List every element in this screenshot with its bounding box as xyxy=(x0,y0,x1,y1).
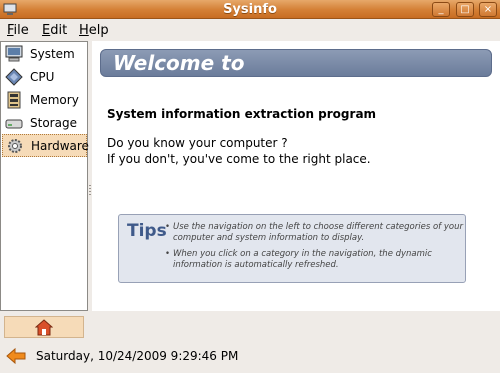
close-button[interactable]: × xyxy=(479,2,497,17)
maximize-button[interactable]: □ xyxy=(456,2,474,17)
minimize-button[interactable]: _ xyxy=(432,2,450,17)
menu-bar: File Edit Help xyxy=(0,19,500,41)
sidebar-item-cpu[interactable]: CPU xyxy=(2,66,87,89)
home-button[interactable] xyxy=(4,316,84,338)
sidebar-item-label: Memory xyxy=(30,93,79,107)
storage-icon xyxy=(5,119,23,129)
tip-item: When you click on a category in the navi… xyxy=(165,249,463,271)
menu-help[interactable]: Help xyxy=(79,23,109,38)
gear-icon xyxy=(8,139,22,153)
sidebar: System CPU Memory Storage Hardware xyxy=(0,41,89,311)
sidebar-item-system[interactable]: System xyxy=(2,43,87,66)
menu-file[interactable]: File xyxy=(7,23,29,38)
sidebar-item-label: System xyxy=(30,47,75,61)
banner-text: Welcome to xyxy=(113,51,245,75)
memory-icon xyxy=(7,91,21,109)
sidebar-item-hardware[interactable]: Hardware xyxy=(2,134,89,157)
sidebar-item-label: CPU xyxy=(30,70,55,84)
tip-item: Use the navigation on the left to choose… xyxy=(165,222,463,244)
sidebar-item-label: Storage xyxy=(30,116,77,130)
intro-question: Do you know your computer ? xyxy=(107,136,288,150)
computer-icon xyxy=(5,45,23,62)
status-bar: Saturday, 10/24/2009 9:29:46 PM xyxy=(0,343,500,373)
window-title: Sysinfo xyxy=(223,2,277,17)
status-datetime: Saturday, 10/24/2009 9:29:46 PM xyxy=(36,349,239,363)
sidebar-item-storage[interactable]: Storage xyxy=(2,112,87,135)
menu-edit[interactable]: Edit xyxy=(42,23,67,38)
sidebar-item-label: Hardware xyxy=(31,139,89,153)
title-bar[interactable]: Sysinfo _ □ × xyxy=(0,0,500,19)
sidebar-item-memory[interactable]: Memory xyxy=(2,89,87,112)
page-heading: System information extraction program xyxy=(107,107,377,121)
home-icon xyxy=(35,319,53,336)
tips-box: Tips Use the navigation on the left to c… xyxy=(118,214,466,283)
back-arrow-icon[interactable] xyxy=(6,347,26,365)
welcome-banner: Welcome to xyxy=(100,49,492,77)
cpu-icon xyxy=(5,68,23,86)
main-panel: Welcome to System information extraction… xyxy=(92,41,500,311)
intro-answer: If you don't, you've come to the right p… xyxy=(107,152,371,166)
pane-splitter[interactable] xyxy=(89,185,91,197)
tips-label: Tips xyxy=(127,221,167,241)
